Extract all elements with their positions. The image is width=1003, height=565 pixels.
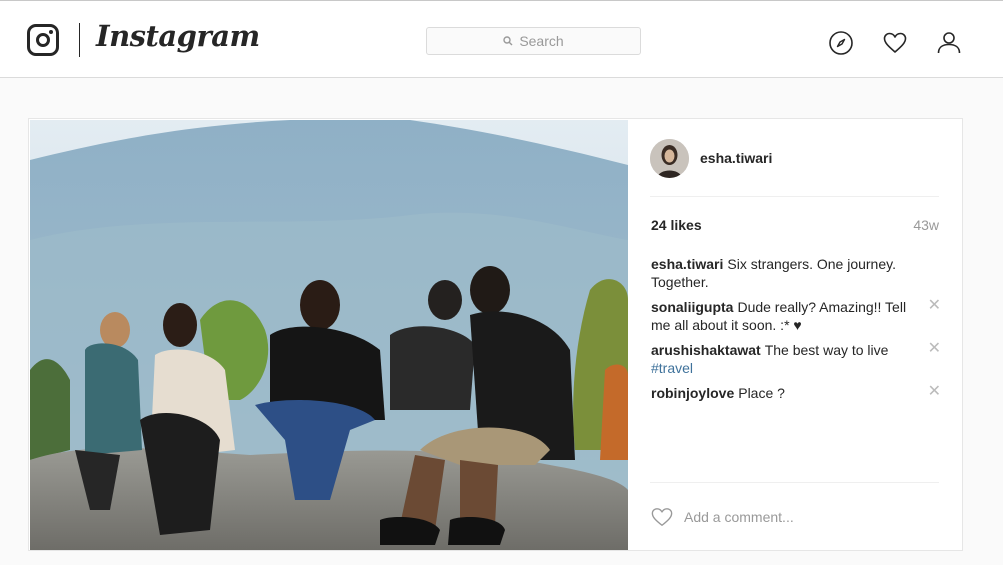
explore-compass-icon[interactable]: [828, 30, 854, 56]
search-icon: [503, 36, 513, 46]
logo-divider: [79, 23, 80, 57]
comment-username[interactable]: esha.tiwari: [651, 256, 723, 272]
profile-user-icon[interactable]: [936, 30, 962, 56]
comment-item: robinjoylove Place ? ✕: [651, 384, 941, 402]
post-card: esha.tiwari 24 likes 43w esha.tiwari Six …: [28, 118, 963, 551]
hashtag-link[interactable]: #travel: [651, 360, 693, 376]
instagram-glyph-icon[interactable]: [27, 24, 59, 56]
comment-username[interactable]: arushishaktawat: [651, 342, 761, 358]
likes-row: 24 likes 43w: [651, 217, 939, 233]
comment-username[interactable]: robinjoylove: [651, 385, 734, 401]
like-heart-icon[interactable]: [650, 506, 674, 528]
post-photo[interactable]: [30, 120, 628, 550]
delete-comment-icon[interactable]: ✕: [928, 298, 941, 314]
comment-username[interactable]: sonaliigupta: [651, 299, 733, 315]
delete-comment-icon[interactable]: ✕: [928, 384, 941, 400]
comment-input[interactable]: Add a comment...: [684, 509, 794, 525]
post-header: esha.tiwari: [650, 139, 939, 197]
comment-text: The best way to live: [764, 342, 889, 358]
comment-item: arushishaktawat The best way to live #trav…: [651, 341, 941, 377]
likes-count[interactable]: 24 likes: [651, 217, 702, 233]
avatar[interactable]: [650, 139, 689, 178]
search-placeholder: Search: [519, 33, 564, 49]
instagram-wordmark[interactable]: Instagram: [96, 19, 260, 53]
comment-text: Place ?: [738, 385, 785, 401]
add-comment-bar: Add a comment...: [650, 482, 939, 550]
comment-list: esha.tiwari Six strangers. One journey. T…: [651, 255, 941, 409]
author-username[interactable]: esha.tiwari: [700, 150, 772, 166]
caption-comment: esha.tiwari Six strangers. One journey. T…: [651, 255, 941, 291]
post-sidebar: esha.tiwari 24 likes 43w esha.tiwari Six …: [629, 119, 963, 550]
comment-item: sonaliigupta Dude really? Amazing!! Tell …: [651, 298, 941, 334]
travel-group-photo: [30, 120, 628, 550]
search-input[interactable]: Search: [426, 27, 641, 55]
top-navigation-bar: Instagram Search: [0, 1, 1003, 78]
activity-heart-icon[interactable]: [882, 30, 908, 56]
post-age[interactable]: 43w: [913, 217, 939, 233]
delete-comment-icon[interactable]: ✕: [928, 341, 941, 357]
